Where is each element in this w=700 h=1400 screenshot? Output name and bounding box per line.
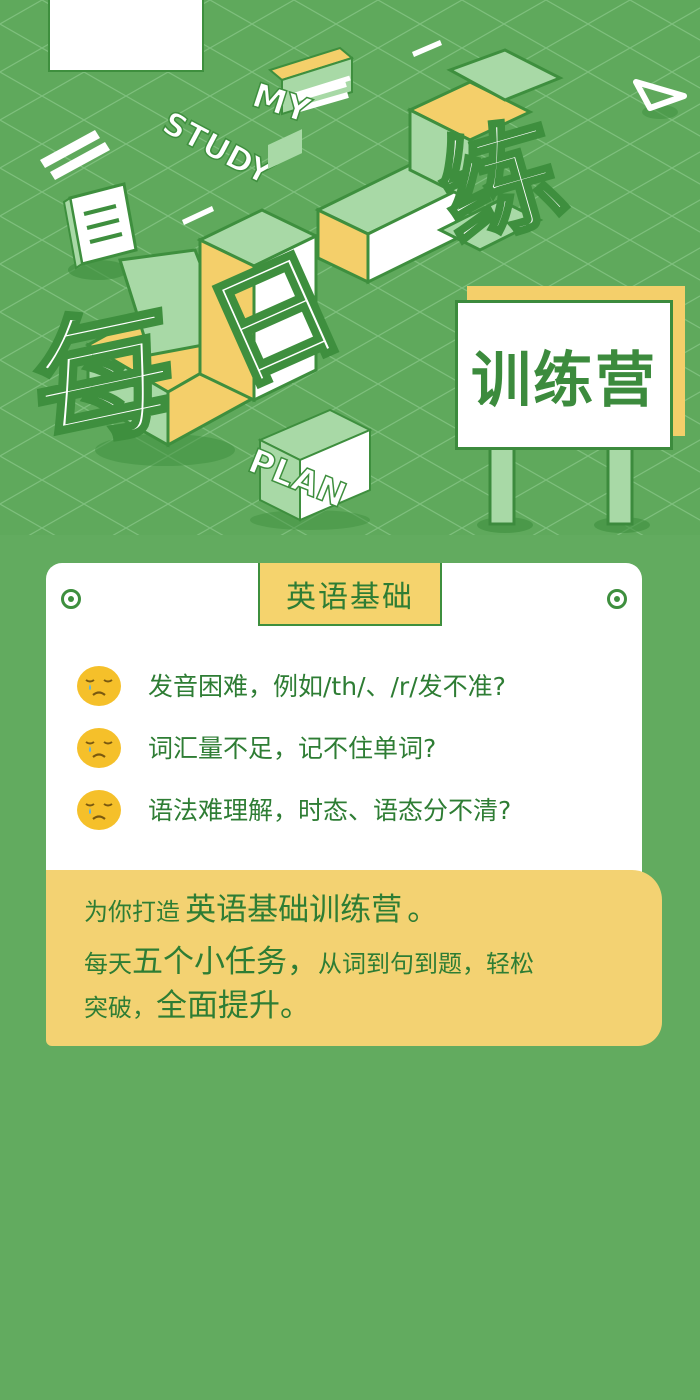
promo-line1-highlight: 英语基础训练营 <box>185 892 403 928</box>
card-tab-label: 英语基础 <box>286 579 414 615</box>
card-dot-icon-right <box>607 589 627 609</box>
card-dot-icon-left <box>61 589 81 609</box>
sad-face-icon <box>77 728 121 768</box>
promo-line2-suffix: 从词到句到题，轻松 <box>318 950 534 978</box>
list-item: 发音困难，例如/th/、/r/发不准? <box>76 661 616 709</box>
sad-face-icon <box>77 666 121 706</box>
promo-box: 为你打造 英语基础训练营 。 每天五个小任务，从词到句到题，轻松 突破，全面提升… <box>46 870 662 1046</box>
list-item: 词汇量不足，记不住单词? <box>76 723 616 771</box>
question-text: 词汇量不足，记不住单词? <box>148 734 437 763</box>
promo-line2-prefix: 每天 <box>84 950 132 978</box>
question-text: 语法难理解，时态、语态分不清? <box>148 796 512 825</box>
list-item: 语法难理解，时态、语态分不清? <box>76 785 616 833</box>
promo-line3-prefix: 突破， <box>84 994 156 1022</box>
promo-line3-highlight: 全面提升。 <box>156 988 311 1024</box>
hero-illustration: MY STUDY 每 日 练 PLAN <box>0 0 700 535</box>
promo-line-1: 为你打造 英语基础训练营 。 <box>84 884 438 929</box>
white-placeholder-box <box>48 0 204 72</box>
promo-line1-suffix: 。 <box>407 892 439 928</box>
promo-line2-highlight: 五个小任务， <box>132 944 318 980</box>
hero-banner: MY STUDY 每 日 练 PLAN 训练营 <box>0 0 700 535</box>
title-char-mei: 每 <box>30 283 178 477</box>
promo-line-3: 突破，全面提升。 <box>84 980 311 1025</box>
card-tab: 英语基础 <box>258 563 442 626</box>
promo-line-2: 每天五个小任务，从词到句到题，轻松 <box>84 936 534 981</box>
signboard: 训练营 <box>455 300 673 450</box>
question-card: 英语基础 发音困难，例如/th/、/r/发不准? 词汇量不足，记不住单词? 语法… <box>46 563 642 888</box>
signboard-text: 训练营 <box>471 345 657 416</box>
sad-face-icon <box>77 790 121 830</box>
promo-line1-prefix: 为你打造 <box>84 898 180 926</box>
question-list: 发音困难，例如/th/、/r/发不准? 词汇量不足，记不住单词? 语法难理解，时… <box>76 661 616 847</box>
page: MY STUDY 每 日 练 PLAN 训练营 英语基础 发音困难，例如/th/… <box>0 0 700 1400</box>
question-text: 发音困难，例如/th/、/r/发不准? <box>148 672 506 701</box>
